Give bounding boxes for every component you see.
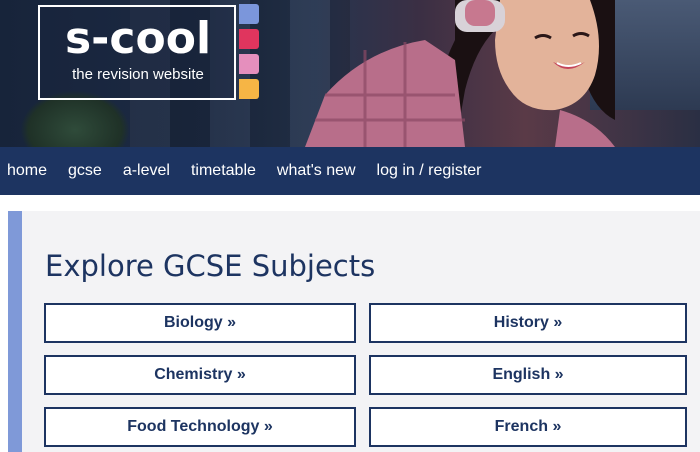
subject-button-biology[interactable]: Biology » [44,303,356,343]
panel-accent-bar [8,211,22,452]
hero-banner: s-cool the revision website [0,0,700,147]
subject-button-food-technology[interactable]: Food Technology » [44,407,356,447]
nav-item-timetable[interactable]: timetable [191,162,256,180]
logo-tab-pink [239,54,259,74]
subject-button-history[interactable]: History » [369,303,687,343]
nav-item-a-level[interactable]: a-level [123,162,170,180]
logo-color-tabs [239,4,259,102]
logo-title: s-cool [64,13,212,64]
logo-tab-red [239,29,259,49]
logo-tab-yellow [239,79,259,99]
nav-item-login-register[interactable]: log in / register [377,162,482,180]
nav-item-whats-new[interactable]: what's new [277,162,356,180]
subject-button-chemistry[interactable]: Chemistry » [44,355,356,395]
subject-button-english[interactable]: English » [369,355,687,395]
nav-item-gcse[interactable]: gcse [68,162,102,180]
student-with-headphones-photo [305,0,615,147]
logo-subtitle: the revision website [72,66,204,83]
gcse-subjects-panel: Explore GCSE Subjects Biology » History … [8,211,700,452]
subject-button-french[interactable]: French » [369,407,687,447]
site-logo[interactable]: s-cool the revision website [38,5,236,100]
logo-tab-blue [239,4,259,24]
nav-item-home[interactable]: home [7,162,47,180]
main-navigation: home gcse a-level timetable what's new l… [0,147,700,195]
page-title: Explore GCSE Subjects [45,249,376,283]
